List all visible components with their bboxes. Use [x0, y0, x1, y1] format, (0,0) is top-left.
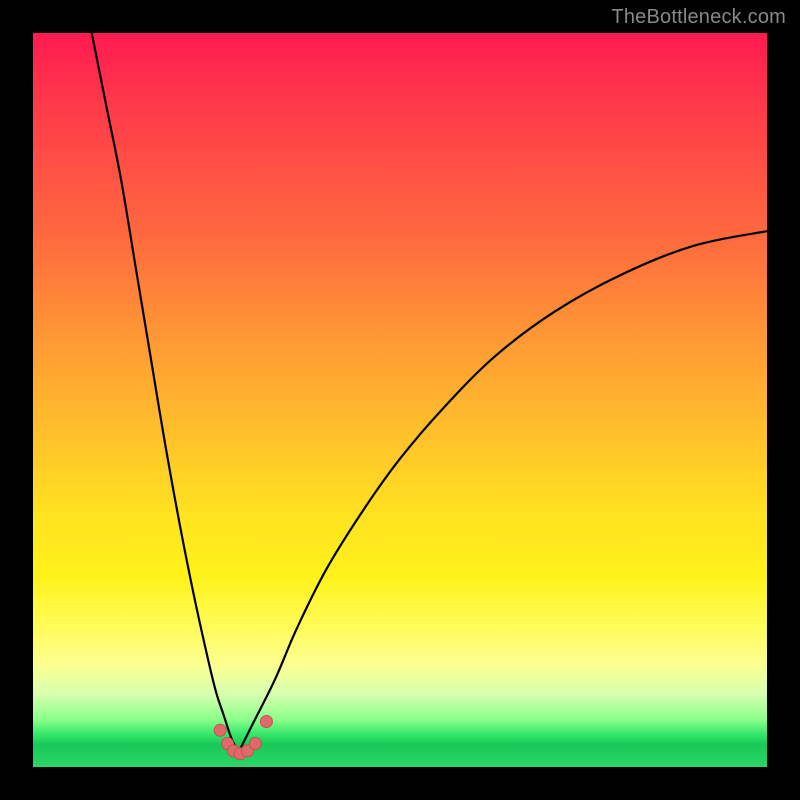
heat-gradient-background: [33, 33, 767, 767]
watermark-text: TheBottleneck.com: [611, 6, 786, 29]
chart-frame: TheBottleneck.com: [0, 0, 800, 800]
plot-area: [33, 33, 767, 767]
